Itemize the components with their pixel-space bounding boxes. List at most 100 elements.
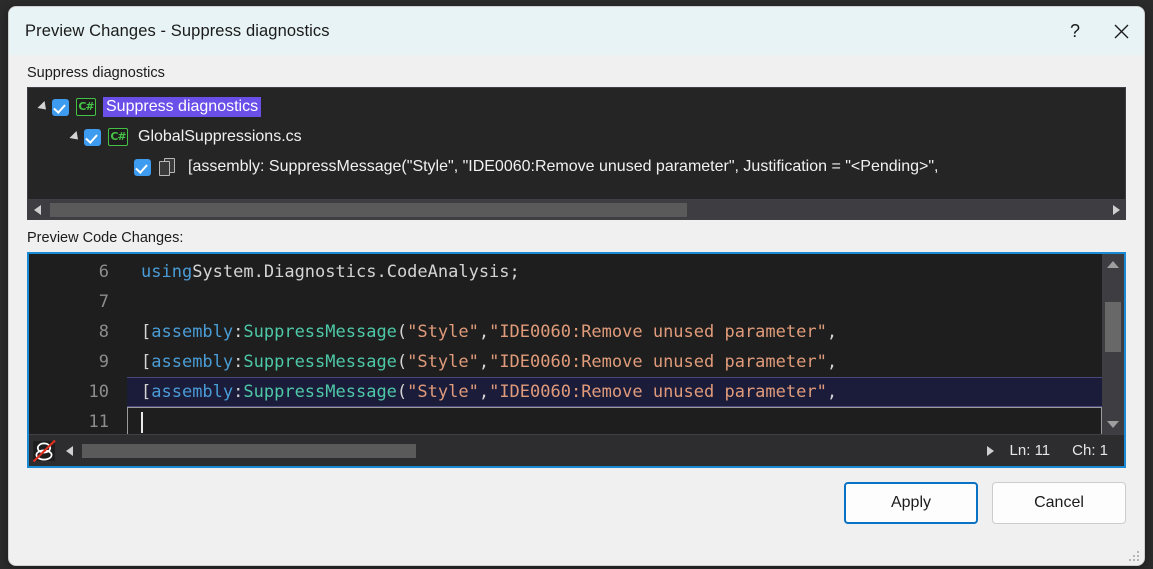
code-main: 6using System.Diagnostics.CodeAnalysis;7… xyxy=(29,254,1124,434)
csharp-project-icon: C# xyxy=(76,98,96,116)
code-line[interactable]: 6using System.Diagnostics.CodeAnalysis; xyxy=(29,257,1102,287)
tree-item-1[interactable]: C# GlobalSuppressions.cs xyxy=(28,122,1125,152)
code-hscroll-thumb[interactable] xyxy=(82,444,416,458)
question-mark-icon: ? xyxy=(1070,22,1080,40)
code-token: "IDE0060:Remove unused parameter" xyxy=(489,377,827,407)
code-token: ; xyxy=(510,257,520,287)
code-line[interactable]: 9[assembly: SuppressMessage("Style", "ID… xyxy=(29,347,1102,377)
code-token: , xyxy=(827,347,837,377)
scroll-right-arrow[interactable] xyxy=(1107,200,1125,220)
code-token: "Style" xyxy=(407,317,479,347)
code-token: . xyxy=(376,257,386,287)
code-token: "Style" xyxy=(407,347,479,377)
apply-button[interactable]: Apply xyxy=(844,482,978,524)
changes-tree[interactable]: C# Suppress diagnostics C# GlobalSuppressio… xyxy=(28,88,1125,199)
code-token: ( xyxy=(397,377,407,407)
code-token: ( xyxy=(397,317,407,347)
checkbox-icon[interactable] xyxy=(52,99,69,116)
code-status-indicators: Ln: 11 Ch: 1 xyxy=(1000,442,1124,459)
code-line[interactable]: 11 xyxy=(29,407,1102,434)
expand-triangle-icon[interactable] xyxy=(34,102,52,112)
scroll-left-arrow[interactable] xyxy=(28,200,46,220)
code-token: : xyxy=(233,317,243,347)
code-token: assembly xyxy=(151,317,233,347)
tree-item-label: GlobalSuppressions.cs xyxy=(135,127,305,147)
code-line-content[interactable]: [assembly: SuppressMessage("Style", "IDE… xyxy=(127,377,1102,407)
resize-grip[interactable] xyxy=(1127,549,1141,563)
code-status-bar: Ln: 11 Ch: 1 xyxy=(29,434,1124,466)
code-preview-panel: 6using System.Diagnostics.CodeAnalysis;7… xyxy=(27,252,1126,468)
code-horizontal-scrollbar[interactable] xyxy=(60,441,1000,461)
tree-item-label: Suppress diagnostics xyxy=(103,97,261,117)
code-token: , xyxy=(827,317,837,347)
code-section-label: Preview Code Changes: xyxy=(27,230,1126,246)
code-token: Diagnostics xyxy=(264,257,377,287)
line-number: 8 xyxy=(29,317,127,347)
code-token: [ xyxy=(141,317,151,347)
checkbox-icon[interactable] xyxy=(134,159,151,176)
close-button[interactable] xyxy=(1098,7,1144,55)
line-indicator: Ln: 11 xyxy=(1010,442,1051,459)
tree-item-label: [assembly: SuppressMessage("Style", "IDE… xyxy=(185,157,941,177)
help-button[interactable]: ? xyxy=(1052,7,1098,55)
code-line-content[interactable]: [assembly: SuppressMessage("Style", "IDE… xyxy=(127,347,1102,377)
code-editor[interactable]: 6using System.Diagnostics.CodeAnalysis;7… xyxy=(29,254,1102,434)
code-hscroll-track[interactable] xyxy=(78,441,982,461)
code-token: . xyxy=(254,257,264,287)
code-token: SuppressMessage xyxy=(243,317,397,347)
text-cursor xyxy=(141,412,143,433)
csharp-file-icon: C# xyxy=(108,128,128,146)
code-token: "IDE0060:Remove unused parameter" xyxy=(489,317,827,347)
column-indicator: Ch: 1 xyxy=(1072,442,1108,459)
code-token: assembly xyxy=(151,347,233,377)
expand-triangle-icon[interactable] xyxy=(66,132,84,142)
code-token: "IDE0060:Remove unused parameter" xyxy=(489,347,827,377)
scroll-up-arrow[interactable] xyxy=(1102,254,1124,274)
code-token: "Style" xyxy=(407,377,479,407)
code-vscroll-thumb[interactable] xyxy=(1105,302,1121,352)
code-token: : xyxy=(233,347,243,377)
code-token: [ xyxy=(141,377,151,407)
line-number: 11 xyxy=(29,407,127,434)
line-number: 6 xyxy=(29,257,127,287)
checkbox-icon[interactable] xyxy=(84,129,101,146)
close-icon xyxy=(1113,23,1130,40)
code-token: [ xyxy=(141,347,151,377)
tree-item-0[interactable]: C# Suppress diagnostics xyxy=(28,92,1125,122)
dialog-footer: Apply Cancel xyxy=(27,468,1126,565)
code-token: ( xyxy=(397,347,407,377)
window-title: Preview Changes - Suppress diagnostics xyxy=(25,22,330,41)
tree-item-2[interactable]: [assembly: SuppressMessage("Style", "IDE… xyxy=(28,152,1125,182)
line-number: 9 xyxy=(29,347,127,377)
line-number: 7 xyxy=(29,287,127,317)
code-line-content[interactable] xyxy=(127,407,1102,434)
scroll-right-arrow[interactable] xyxy=(982,441,1000,461)
code-line[interactable]: 10[assembly: SuppressMessage("Style", "I… xyxy=(29,377,1102,407)
code-vscroll-track[interactable] xyxy=(1102,274,1124,414)
title-bar-buttons: ? xyxy=(1052,7,1144,55)
tree-hscroll-track[interactable] xyxy=(46,200,1107,220)
code-token: SuppressMessage xyxy=(243,377,397,407)
code-token: , xyxy=(479,377,489,407)
code-token: using xyxy=(141,257,192,287)
code-line[interactable]: 8[assembly: SuppressMessage("Style", "ID… xyxy=(29,317,1102,347)
tree-hscroll-thumb[interactable] xyxy=(50,203,687,217)
tree-section-label: Suppress diagnostics xyxy=(27,65,1126,81)
code-line[interactable]: 7 xyxy=(29,287,1102,317)
code-token: : xyxy=(233,377,243,407)
no-selection-icon xyxy=(30,436,60,466)
scroll-down-arrow[interactable] xyxy=(1102,414,1124,434)
code-line-content[interactable] xyxy=(127,287,1102,317)
tree-horizontal-scrollbar[interactable] xyxy=(28,199,1125,219)
cancel-button[interactable]: Cancel xyxy=(992,482,1126,524)
code-line-content[interactable]: [assembly: SuppressMessage("Style", "IDE… xyxy=(127,317,1102,347)
code-vertical-scrollbar[interactable] xyxy=(1102,254,1124,434)
changes-tree-panel: C# Suppress diagnostics C# GlobalSuppressio… xyxy=(27,87,1126,220)
scroll-left-arrow[interactable] xyxy=(60,441,78,461)
code-token: System xyxy=(192,257,253,287)
code-line-content[interactable]: using System.Diagnostics.CodeAnalysis; xyxy=(127,257,1102,287)
dialog-body: Suppress diagnostics C# Suppress diagnost… xyxy=(9,55,1144,565)
code-change-icon xyxy=(158,158,178,176)
code-token: , xyxy=(479,347,489,377)
code-token: CodeAnalysis xyxy=(387,257,510,287)
